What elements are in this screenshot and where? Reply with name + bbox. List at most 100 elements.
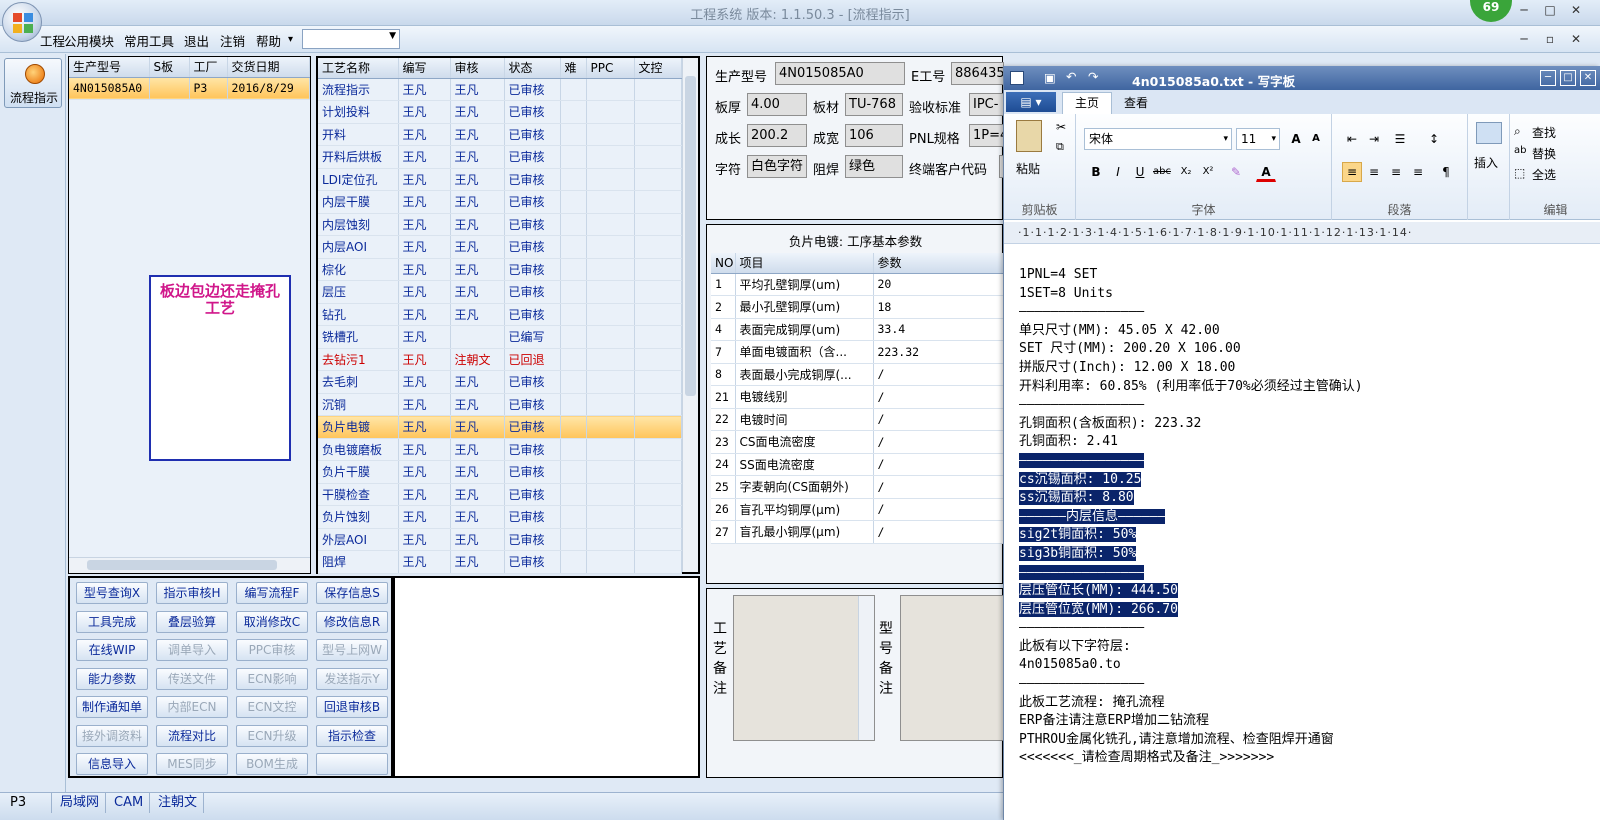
table-row[interactable]: 21 电镀线别 / <box>711 385 1004 409</box>
underline-icon[interactable]: U <box>1130 162 1150 182</box>
select-all-button[interactable]: 全选 <box>1532 166 1556 183</box>
function-button[interactable]: 叠层验算 <box>156 610 228 633</box>
col-no[interactable]: NO <box>711 253 736 274</box>
minimize-button[interactable]: ─ <box>1514 3 1534 17</box>
maximize-button[interactable]: □ <box>1540 3 1560 17</box>
table-row[interactable]: 内层蚀刻 王凡 王凡 已审核 <box>318 213 682 236</box>
highlight-icon[interactable]: ✎ <box>1226 162 1246 182</box>
grow-font-icon[interactable]: A <box>1286 129 1306 149</box>
tab-view[interactable]: 查看 <box>1124 94 1148 111</box>
menu-public-module[interactable]: 公用模块 <box>64 31 114 50</box>
undo-icon[interactable]: ↶ <box>1066 69 1076 84</box>
align-center-icon[interactable]: ≡ <box>1364 162 1384 182</box>
prod-model-field[interactable]: 4N015085A0 <box>775 62 905 85</box>
paste-label[interactable]: 粘贴 <box>1016 160 1040 177</box>
strikethrough-icon[interactable]: abc <box>1152 162 1172 182</box>
pnl-field[interactable]: 1P=4 <box>969 124 1004 147</box>
function-button[interactable]: BOM生成 <box>236 753 308 775</box>
mask-field[interactable]: 绿色 <box>845 155 903 178</box>
close-button[interactable]: ✕ <box>1566 3 1586 17</box>
col-s-board[interactable]: S板 <box>149 57 190 78</box>
status-user-tab[interactable]: 注朝文 <box>152 793 205 813</box>
col-item[interactable]: 项目 <box>735 253 874 274</box>
save-icon[interactable]: ▣ <box>1044 70 1056 85</box>
picture-icon[interactable] <box>1476 122 1502 144</box>
col-writer[interactable]: 编写 <box>398 58 451 79</box>
function-button[interactable]: 指示审核H <box>156 582 228 604</box>
table-row[interactable]: 23 CS面电流密度 / <box>711 430 1004 454</box>
table-row[interactable]: 干膜检查 王凡 王凡 已审核 <box>318 483 682 506</box>
function-button[interactable]: 传送文件 <box>156 667 228 690</box>
font-name-select[interactable]: 宋体 ▾ <box>1084 128 1232 150</box>
menu-common-tools[interactable]: 常用工具 <box>124 31 174 50</box>
standard-field[interactable]: IPC- <box>969 93 1004 116</box>
paste-icon[interactable] <box>1016 120 1042 152</box>
wordpad-maximize-button[interactable]: □ <box>1560 70 1576 86</box>
function-button[interactable]: 型号上网W <box>316 639 388 661</box>
cut-icon[interactable]: ✂ <box>1056 120 1066 134</box>
copy-icon[interactable]: ⧉ <box>1056 140 1064 154</box>
table-row[interactable]: 22 电镀时间 / <box>711 408 1004 431</box>
table-row[interactable]: 铣槽孔 王凡 已编写 <box>318 325 682 349</box>
toolbar-combo[interactable]: ▼ <box>302 29 400 49</box>
scroll-thumb[interactable] <box>87 560 277 570</box>
table-row[interactable]: 钻孔 王凡 王凡 已审核 <box>318 303 682 326</box>
table-row[interactable]: 负电镀磨板 王凡 王凡 已审核 <box>318 438 682 461</box>
italic-icon[interactable]: I <box>1108 162 1128 182</box>
table-row[interactable]: 4 表面完成铜厚(um) 33.4 <box>711 318 1004 341</box>
length-field[interactable]: 200.2 <box>747 124 807 147</box>
function-button[interactable]: 调单导入 <box>156 639 228 661</box>
function-button[interactable]: 回退审核B <box>316 696 388 718</box>
table-row[interactable]: 27 盲孔最小铜厚(μm) / <box>711 520 1004 544</box>
col-prod-model[interactable]: 生产型号 <box>69 57 150 78</box>
function-button[interactable]: MES同步 <box>156 753 228 775</box>
function-button[interactable]: 流程对比 <box>156 724 228 747</box>
menu-logout[interactable]: 注销 <box>220 31 245 50</box>
table-row[interactable]: 26 盲孔平均铜厚(μm) / <box>711 498 1004 521</box>
col-doc-control[interactable]: 文控 <box>634 58 682 79</box>
justify-icon[interactable]: ≡ <box>1408 162 1428 182</box>
table-row[interactable]: 24 SS面电流密度 / <box>711 453 1004 476</box>
function-button[interactable]: 工具完成 <box>76 610 148 633</box>
flow-instruction-button[interactable]: 流程指示 <box>4 58 62 108</box>
find-button[interactable]: 查找 <box>1532 124 1556 141</box>
col-status[interactable]: 状态 <box>504 58 561 79</box>
table-row[interactable]: 2 最小孔壁铜厚(um) 18 <box>711 295 1004 319</box>
wordpad-minimize-button[interactable]: ─ <box>1540 70 1556 86</box>
table-row[interactable]: 4N015085A0 P3 2016/8/29 <box>69 77 310 100</box>
function-button[interactable]: 型号查询X <box>76 582 148 604</box>
redo-icon[interactable]: ↷ <box>1088 69 1098 84</box>
status-cam-tab[interactable]: CAM <box>108 793 151 813</box>
function-button[interactable] <box>316 753 388 775</box>
thickness-field[interactable]: 4.00 <box>747 93 807 116</box>
mdi-restore-button[interactable]: ▫ <box>1540 32 1560 46</box>
menu-exit[interactable]: 退出 <box>184 31 209 50</box>
table-row[interactable]: 外层AOI 王凡 王凡 已审核 <box>318 528 682 551</box>
table-row[interactable]: 去钻污1 王凡 注朝文 已回退 <box>318 348 682 371</box>
mdi-minimize-button[interactable]: ─ <box>1514 32 1534 46</box>
table-row[interactable]: 计划投料 王凡 王凡 已审核 <box>318 100 682 124</box>
function-button[interactable]: 编写流程F <box>236 582 308 604</box>
superscript-icon[interactable]: X² <box>1198 162 1218 182</box>
function-button[interactable]: 接外调资料 <box>76 724 148 747</box>
document-body[interactable]: 1PNL=4 SET 1SET=8 Units ———————————————— 单只… <box>1019 266 1363 768</box>
font-color-icon[interactable]: A <box>1256 162 1276 182</box>
function-button[interactable]: 保存信息S <box>316 582 388 604</box>
line-spacing-icon[interactable]: ↕ <box>1424 129 1444 149</box>
subscript-icon[interactable]: X₂ <box>1176 162 1196 182</box>
function-button[interactable]: 取消修改C <box>236 610 308 633</box>
function-button[interactable]: ECN文控 <box>236 696 308 718</box>
char-field[interactable]: 白色字符 <box>747 155 807 178</box>
process-remark-textarea[interactable] <box>733 595 875 741</box>
scroll-thumb[interactable] <box>685 76 696 396</box>
insert-label[interactable]: 插入 <box>1474 154 1498 171</box>
shrink-font-icon[interactable]: A <box>1306 129 1326 149</box>
function-button[interactable]: 修改信息R <box>316 610 388 633</box>
table-row[interactable]: 7 单面电镀面积（含... 223.32 <box>711 340 1004 364</box>
status-factory[interactable]: P3 <box>4 793 52 813</box>
app-menu-orb-icon[interactable] <box>2 2 42 42</box>
table-row[interactable]: 去毛刺 王凡 王凡 已审核 <box>318 370 682 394</box>
model-remark-textarea[interactable] <box>900 595 1004 741</box>
bold-icon[interactable]: B <box>1086 162 1106 182</box>
col-difficulty[interactable]: 难 <box>560 58 587 79</box>
